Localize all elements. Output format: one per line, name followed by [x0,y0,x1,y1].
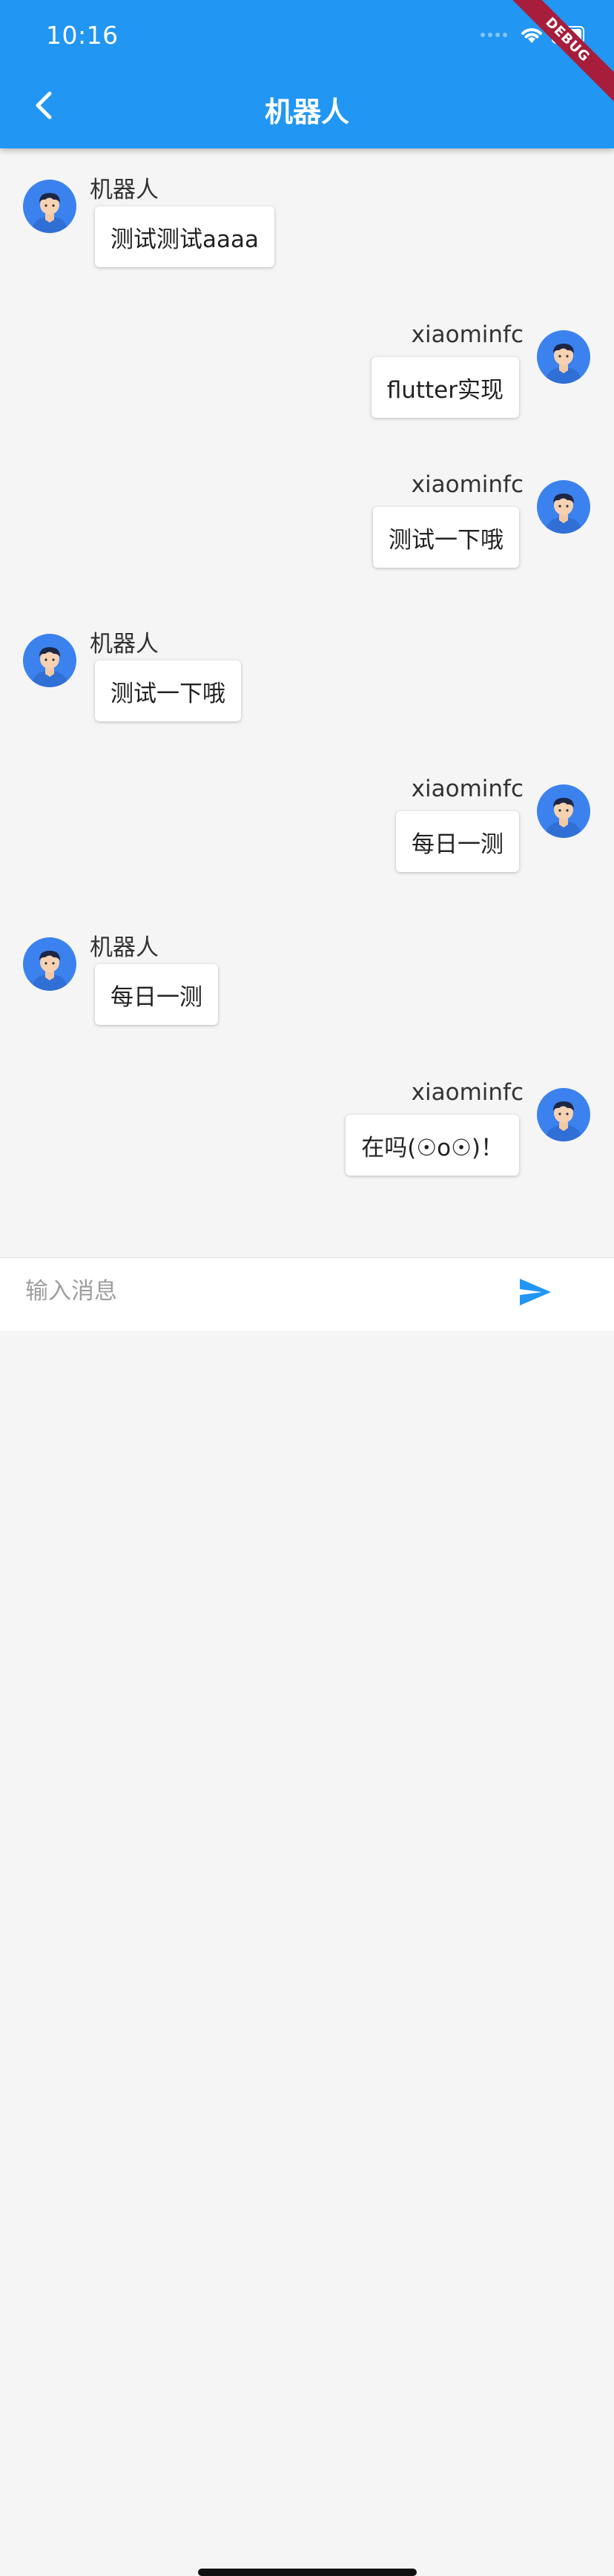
avatar-icon[interactable] [537,480,590,534]
message-bubble[interactable]: 测试一下哦 [373,507,519,568]
message-bubble[interactable]: 测试一下哦 [95,661,241,721]
sender-name: xiaominfc [411,1079,524,1106]
message-bubble[interactable]: 在吗(☉o☉)！ [346,1115,519,1176]
sender-name: xiaominfc [411,776,524,802]
avatar-icon[interactable] [537,1088,590,1141]
avatar-icon[interactable] [23,634,76,687]
avatar-icon[interactable] [23,180,76,233]
sender-name: xiaominfc [411,471,524,498]
message-list[interactable]: 机器人 测试测试aaaa xiaominfc flutter实现 xiaomin… [0,148,614,1257]
sender-name: xiaominfc [411,321,524,348]
app-bar: 10:16 DEBUG 机器人 [0,0,614,148]
sender-name: 机器人 [90,177,159,203]
sender-name: 机器人 [90,631,159,658]
input-bar [0,1257,614,2576]
avatar-icon[interactable] [537,784,590,838]
home-indicator [198,2569,417,2576]
status-time: 10:16 [46,21,119,50]
avatar-icon[interactable] [23,937,76,991]
message-bubble[interactable]: 每日一测 [95,964,218,1025]
sender-name: 机器人 [90,934,159,961]
message-input[interactable] [24,1271,472,1311]
message-bubble[interactable]: flutter实现 [371,357,519,418]
avatar-icon[interactable] [537,330,590,384]
send-button[interactable] [516,1273,555,1311]
message-bubble[interactable]: 测试测试aaaa [95,206,274,267]
message-bubble[interactable]: 每日一测 [396,811,519,872]
page-title: 机器人 [264,96,349,128]
send-icon [520,1279,551,1305]
signal-icon [481,33,507,37]
